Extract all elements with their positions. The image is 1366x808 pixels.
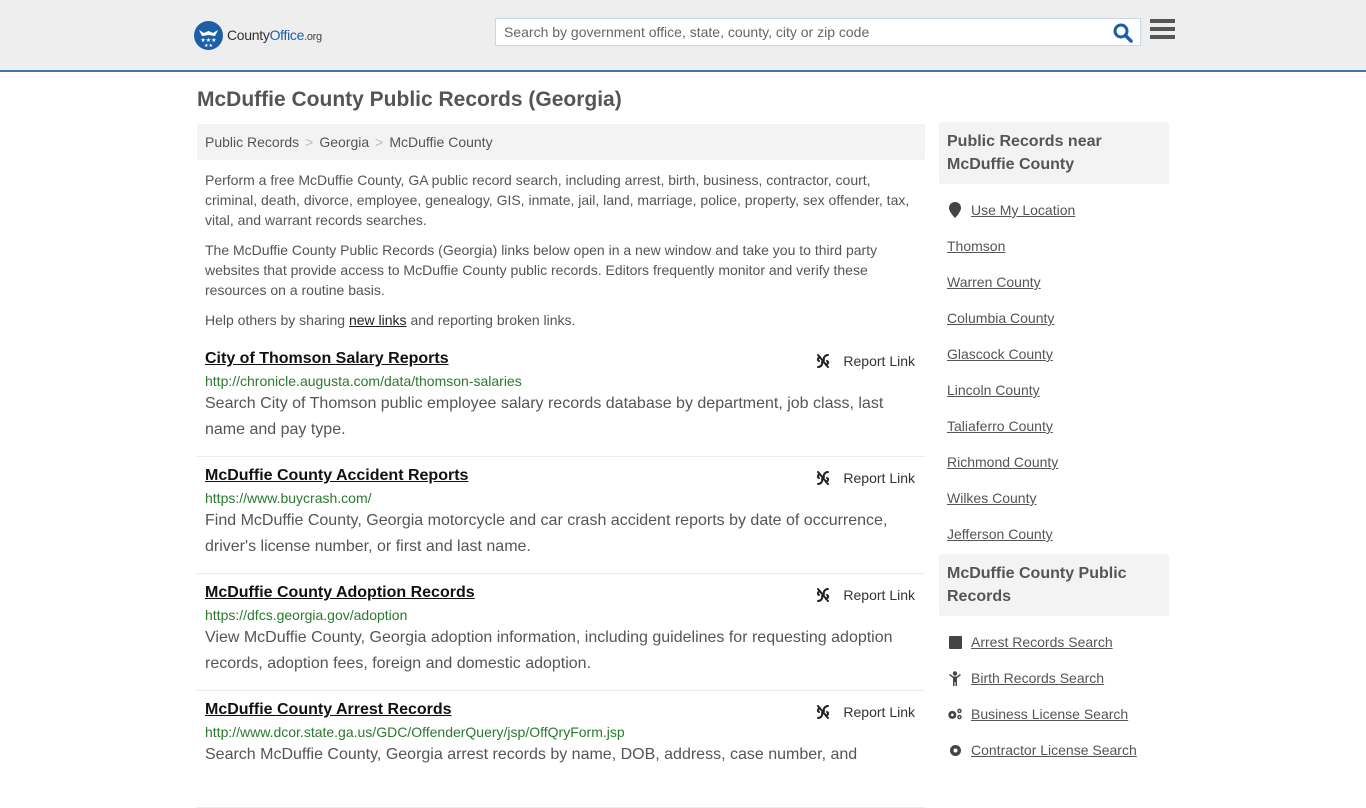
child-icon <box>947 670 963 686</box>
record-item: City of Thomson Salary Reports Report Li… <box>197 340 925 457</box>
nearby-item: Thomson <box>947 228 1161 264</box>
record-url[interactable]: http://chronicle.augusta.com/data/thomso… <box>205 373 917 389</box>
menu-bar <box>1150 27 1175 31</box>
business-license-search-link[interactable]: Business License Search <box>971 706 1128 722</box>
gear-icon <box>947 742 963 758</box>
nearby-heading: Public Records near McDuffie County <box>939 122 1169 184</box>
report-link-label: Report Link <box>843 353 915 369</box>
nearby-item: Warren County <box>947 264 1161 300</box>
nearby-link-richmond-county[interactable]: Richmond County <box>947 454 1058 470</box>
report-link-button[interactable]: Report Link <box>815 470 915 486</box>
square-icon <box>947 634 963 650</box>
nearby-link-lincoln-county[interactable]: Lincoln County <box>947 382 1040 398</box>
report-link-button[interactable]: Report Link <box>815 704 915 720</box>
record-item: McDuffie County Arrest Records Report Li… <box>197 691 925 808</box>
use-my-location-link[interactable]: Use My Location <box>971 202 1075 218</box>
nearby-item: Columbia County <box>947 300 1161 336</box>
record-url[interactable]: https://dfcs.georgia.gov/adoption <box>205 607 917 623</box>
record-description: Search McDuffie County, Georgia arrest r… <box>205 746 858 763</box>
search-button[interactable] <box>1112 22 1134 44</box>
record-url[interactable]: http://www.dcor.state.ga.us/GDC/Offender… <box>205 724 917 740</box>
broken-link-icon <box>817 705 830 719</box>
breadcrumb-public-records[interactable]: Public Records <box>205 134 299 150</box>
logo-eagle-icon: ★★★ ★★ <box>194 20 223 50</box>
category-item: Arrest Records Search <box>947 624 1161 660</box>
search-box <box>495 18 1141 46</box>
nearby-item: Wilkes County <box>947 480 1161 516</box>
breadcrumb-current: McDuffie County <box>389 134 493 150</box>
category-item: Business License Search <box>947 696 1161 732</box>
menu-bar <box>1150 35 1175 39</box>
categories-heading: McDuffie County Public Records <box>939 554 1169 616</box>
nearby-item: Jefferson County <box>947 516 1161 552</box>
record-title-link[interactable]: McDuffie County Arrest Records <box>205 701 452 719</box>
nearby-list: Use My Location Thomson Warren County Co… <box>939 184 1169 552</box>
record-title-link[interactable]: City of Thomson Salary Reports <box>205 350 449 368</box>
site-header: ★★★ ★★ CountyOffice.org <box>0 0 1366 72</box>
record-url[interactable]: https://www.buycrash.com/ <box>205 490 917 506</box>
help-text: and reporting broken links. <box>406 312 576 328</box>
breadcrumb: Public Records > Georgia > McDuffie County <box>197 124 925 160</box>
contractor-license-search-link[interactable]: Contractor License Search <box>971 742 1137 758</box>
broken-link-icon <box>817 471 830 485</box>
page-title: McDuffie County Public Records (Georgia) <box>197 88 622 111</box>
intro-text: Perform a free McDuffie County, GA publi… <box>205 170 920 340</box>
cogs-icon <box>947 706 963 722</box>
record-description: Search City of Thomson public employee s… <box>205 395 884 438</box>
nearby-item: Taliaferro County <box>947 408 1161 444</box>
nearby-link-columbia-county[interactable]: Columbia County <box>947 310 1054 326</box>
site-logo[interactable]: ★★★ ★★ CountyOffice.org <box>194 20 322 50</box>
birth-records-search-link[interactable]: Birth Records Search <box>971 670 1104 686</box>
category-item: Contractor License Search <box>947 732 1161 768</box>
records-list: City of Thomson Salary Reports Report Li… <box>197 340 925 808</box>
report-link-label: Report Link <box>843 704 915 720</box>
intro-paragraph: The McDuffie County Public Records (Geor… <box>205 242 878 298</box>
record-item: McDuffie County Adoption Records Report … <box>197 574 925 691</box>
hamburger-menu-button[interactable] <box>1150 19 1175 42</box>
record-description: Find McDuffie County, Georgia motorcycle… <box>205 512 888 555</box>
intro-paragraph: Perform a free McDuffie County, GA publi… <box>205 172 910 228</box>
record-title-link[interactable]: McDuffie County Adoption Records <box>205 584 475 602</box>
record-title-link[interactable]: McDuffie County Accident Reports <box>205 467 468 485</box>
broken-link-icon <box>817 354 830 368</box>
sidebar: Public Records near McDuffie County Use … <box>939 122 1169 768</box>
nearby-link-glascock-county[interactable]: Glascock County <box>947 346 1053 362</box>
help-text: Help others by sharing <box>205 312 349 328</box>
record-description: View McDuffie County, Georgia adoption i… <box>205 629 893 672</box>
categories-list: Arrest Records Search Birth Records Sear… <box>939 616 1169 768</box>
report-link-button[interactable]: Report Link <box>815 353 915 369</box>
category-item: Birth Records Search <box>947 660 1161 696</box>
report-link-button[interactable]: Report Link <box>815 587 915 603</box>
map-marker-icon <box>947 202 963 218</box>
search-input[interactable] <box>496 19 1106 45</box>
nearby-link-jefferson-county[interactable]: Jefferson County <box>947 526 1053 542</box>
search-icon <box>1113 23 1133 43</box>
record-item: McDuffie County Accident Reports Report … <box>197 457 925 574</box>
new-links-link[interactable]: new links <box>349 312 407 328</box>
nearby-item: Richmond County <box>947 444 1161 480</box>
breadcrumb-georgia[interactable]: Georgia <box>319 134 369 150</box>
broken-link-icon <box>817 588 830 602</box>
intro-help-paragraph: Help others by sharing new links and rep… <box>205 310 920 330</box>
report-link-label: Report Link <box>843 587 915 603</box>
report-link-label: Report Link <box>843 470 915 486</box>
nearby-item: Glascock County <box>947 336 1161 372</box>
nearby-item: Lincoln County <box>947 372 1161 408</box>
nearby-link-wilkes-county[interactable]: Wilkes County <box>947 490 1036 506</box>
menu-bar <box>1150 19 1175 23</box>
use-my-location-item: Use My Location <box>947 192 1161 228</box>
breadcrumb-separator: > <box>305 134 314 150</box>
logo-text: CountyOffice.org <box>227 27 322 43</box>
nearby-link-taliaferro-county[interactable]: Taliaferro County <box>947 418 1053 434</box>
nearby-link-thomson[interactable]: Thomson <box>947 238 1005 254</box>
svg-text:★★: ★★ <box>204 43 213 49</box>
nearby-link-warren-county[interactable]: Warren County <box>947 274 1041 290</box>
breadcrumb-separator: > <box>375 134 384 150</box>
arrest-records-search-link[interactable]: Arrest Records Search <box>971 634 1113 650</box>
